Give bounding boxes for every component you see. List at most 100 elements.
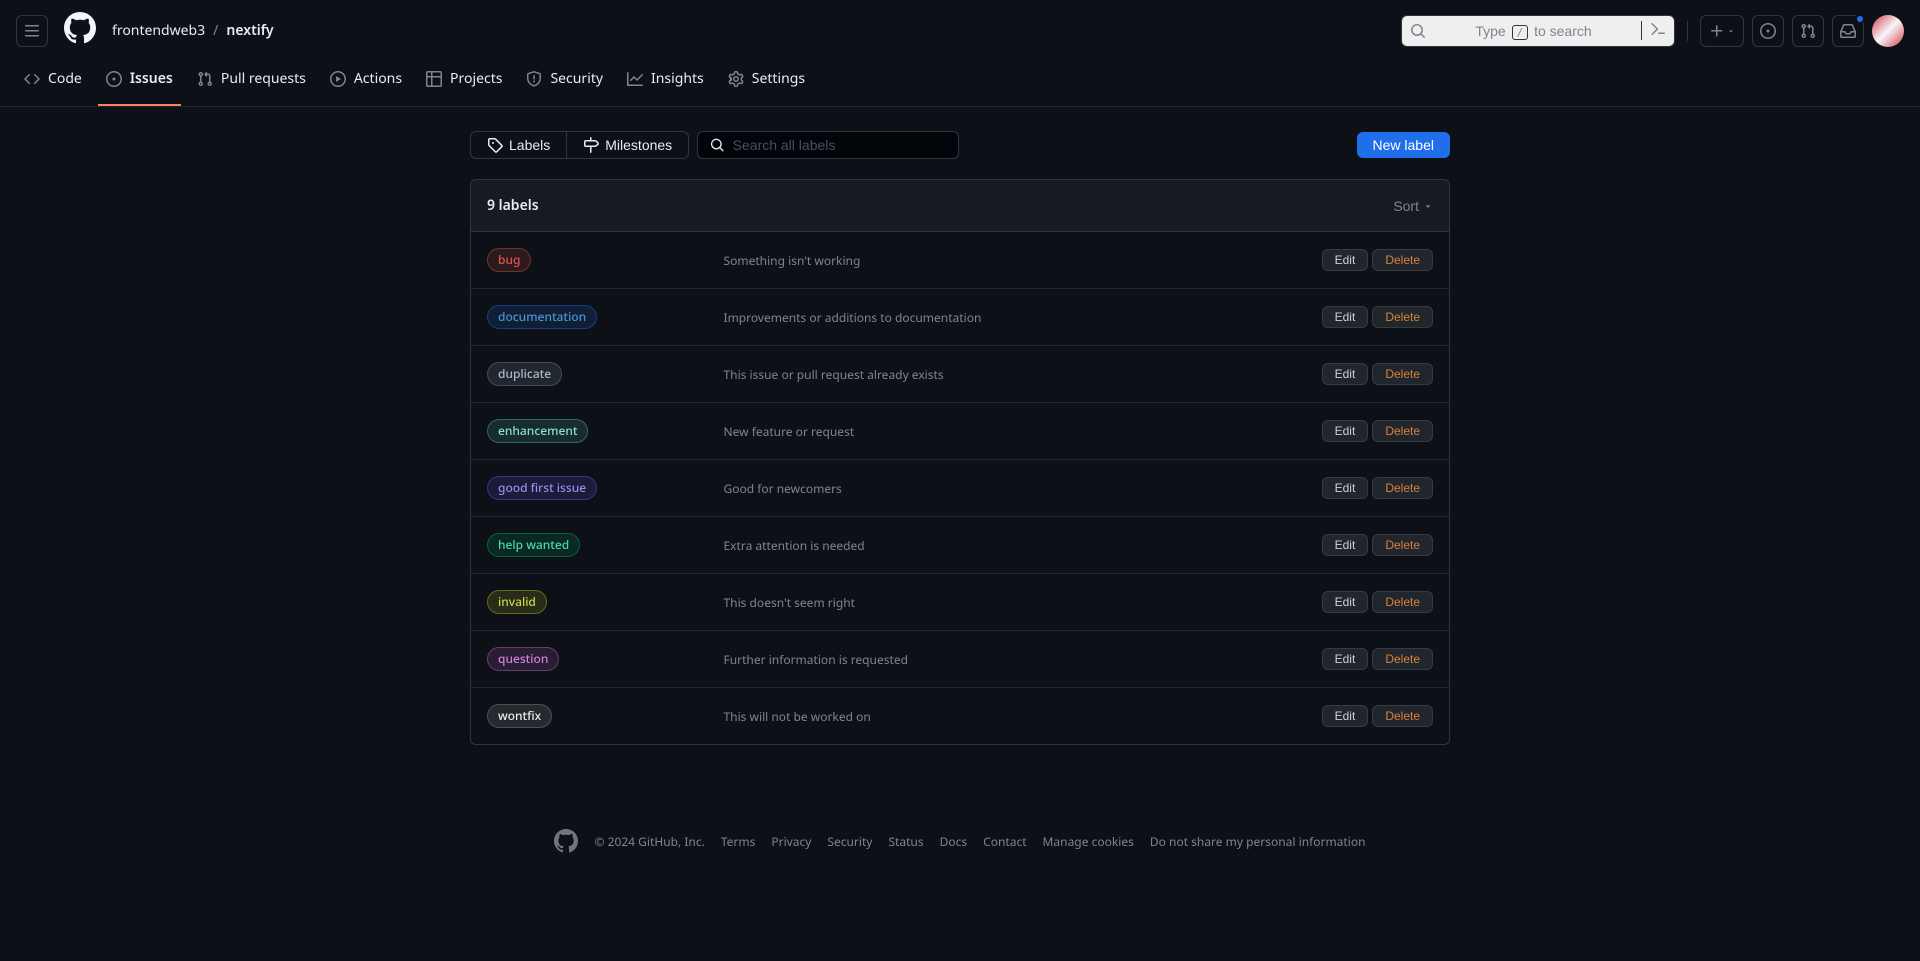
label-pill[interactable]: bug [487, 248, 531, 272]
delete-button[interactable]: Delete [1372, 306, 1433, 328]
label-actions: EditDelete [1322, 363, 1433, 385]
breadcrumb-repo-link[interactable]: nextify [226, 21, 273, 40]
repo-nav: Code Issues Pull requests Actions Projec… [0, 61, 1920, 107]
header-actions: Type / to search [1401, 15, 1904, 47]
search-icon [710, 137, 724, 153]
delete-button[interactable]: Delete [1372, 534, 1433, 556]
label-description: Further information is requested [724, 651, 1322, 668]
edit-button[interactable]: Edit [1322, 705, 1369, 727]
label-row: enhancementNew feature or requestEditDel… [471, 403, 1449, 460]
footer-link[interactable]: Security [827, 833, 872, 850]
label-row: invalidThis doesn't seem rightEditDelete [471, 574, 1449, 631]
label-actions: EditDelete [1322, 534, 1433, 556]
footer-link[interactable]: Do not share my personal information [1150, 833, 1366, 850]
label-actions: EditDelete [1322, 705, 1433, 727]
tag-icon [487, 137, 503, 153]
label-row: duplicate This issue or pull request alre… [471, 346, 1449, 403]
delete-button[interactable]: Delete [1372, 591, 1433, 613]
label-description: This issue or pull request already exist… [724, 366, 1322, 383]
label-pill[interactable]: good first issue [487, 476, 597, 500]
label-actions: EditDelete [1322, 477, 1433, 499]
footer: © 2024 GitHub, Inc. TermsPrivacySecurity… [320, 809, 1600, 873]
global-header: frontendweb3 / nextify Type / to search [0, 0, 1920, 61]
github-logo-link[interactable] [64, 12, 96, 49]
label-name-cell: invalid [487, 590, 724, 614]
breadcrumb-separator: / [213, 21, 218, 40]
label-row: wontfix This will not be worked onEditDel… [471, 688, 1449, 744]
delete-button[interactable]: Delete [1372, 363, 1433, 385]
sort-button[interactable]: Sort [1393, 198, 1433, 214]
tab-pull-requests[interactable]: Pull requests [189, 61, 314, 106]
global-search-button[interactable]: Type / to search [1401, 15, 1675, 47]
subnav-tabs: Labels Milestones [470, 131, 689, 159]
delete-button[interactable]: Delete [1372, 648, 1433, 670]
milestones-tab-button[interactable]: Milestones [567, 132, 688, 158]
delete-button[interactable]: Delete [1372, 477, 1433, 499]
new-label-button[interactable]: New label [1357, 132, 1450, 158]
label-pill[interactable]: enhancement [487, 419, 588, 443]
edit-button[interactable]: Edit [1322, 477, 1369, 499]
header-divider [1687, 21, 1688, 41]
tab-code[interactable]: Code [16, 61, 90, 106]
tab-settings[interactable]: Settings [720, 61, 813, 106]
edit-button[interactable]: Edit [1322, 648, 1369, 670]
issues-button[interactable] [1752, 15, 1784, 47]
labels-list-box: 9 labels Sort bugSomething isn't working… [470, 179, 1450, 745]
footer-link[interactable]: Status [888, 833, 923, 850]
github-logo-icon [554, 829, 578, 853]
tab-projects[interactable]: Projects [418, 61, 510, 106]
git-pull-request-icon [197, 71, 213, 87]
label-pill[interactable]: documentation [487, 305, 597, 329]
delete-button[interactable]: Delete [1372, 420, 1433, 442]
footer-link[interactable]: Manage cookies [1043, 833, 1134, 850]
edit-button[interactable]: Edit [1322, 306, 1369, 328]
label-pill[interactable]: invalid [487, 590, 547, 614]
label-actions: EditDelete [1322, 648, 1433, 670]
edit-button[interactable]: Edit [1322, 591, 1369, 613]
label-name-cell: question [487, 647, 724, 671]
tab-actions[interactable]: Actions [322, 61, 410, 106]
label-search-wrapper [697, 131, 959, 159]
search-icon [1410, 23, 1426, 39]
label-description: Something isn't working [724, 252, 1322, 269]
label-pill[interactable]: help wanted [487, 533, 580, 557]
label-name-cell: good first issue [487, 476, 724, 500]
create-new-button[interactable] [1700, 15, 1744, 47]
user-avatar[interactable] [1872, 15, 1904, 47]
main-content: Labels Milestones New label 9 labels Sor… [454, 107, 1466, 769]
shield-icon [526, 71, 542, 87]
label-pill[interactable]: duplicate [487, 362, 562, 386]
label-description: This will not be worked on [724, 708, 1322, 725]
edit-button[interactable]: Edit [1322, 249, 1369, 271]
git-pull-request-icon [1800, 23, 1816, 39]
label-row: question Further information is requested… [471, 631, 1449, 688]
labels-tab-button[interactable]: Labels [471, 132, 567, 158]
code-icon [24, 71, 40, 87]
graph-icon [627, 71, 643, 87]
edit-button[interactable]: Edit [1322, 363, 1369, 385]
search-placeholder-text: Type / to search [1434, 23, 1633, 39]
notifications-button[interactable] [1832, 15, 1864, 47]
delete-button[interactable]: Delete [1372, 249, 1433, 271]
label-search-input[interactable] [733, 137, 947, 153]
label-actions: EditDelete [1322, 420, 1433, 442]
footer-link[interactable]: Terms [721, 833, 756, 850]
tab-security[interactable]: Security [518, 61, 611, 106]
hamburger-menu-button[interactable] [16, 15, 48, 47]
footer-link[interactable]: Privacy [771, 833, 811, 850]
edit-button[interactable]: Edit [1322, 420, 1369, 442]
label-pill[interactable]: wontfix [487, 704, 552, 728]
footer-link[interactable]: Contact [983, 833, 1026, 850]
command-palette-icon [1641, 21, 1666, 40]
label-pill[interactable]: question [487, 647, 559, 671]
tab-issues[interactable]: Issues [98, 61, 181, 106]
delete-button[interactable]: Delete [1372, 705, 1433, 727]
breadcrumb-owner-link[interactable]: frontendweb3 [112, 21, 205, 40]
pull-requests-button[interactable] [1792, 15, 1824, 47]
issue-opened-icon [106, 71, 122, 87]
github-logo-icon [64, 12, 96, 44]
footer-link[interactable]: Docs [940, 833, 968, 850]
labels-list-body: bugSomething isn't workingEditDeletedocu… [471, 232, 1449, 744]
edit-button[interactable]: Edit [1322, 534, 1369, 556]
tab-insights[interactable]: Insights [619, 61, 712, 106]
